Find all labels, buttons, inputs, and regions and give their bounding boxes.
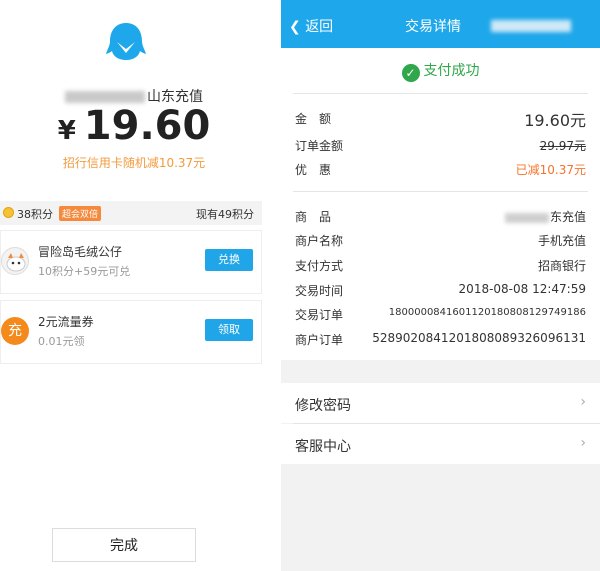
detail-card: ✓ 支付成功 金 额 19.60元 订单金额 29.97元 优 惠 已减10.37… xyxy=(281,48,600,360)
reward-name: 2元流量券 xyxy=(38,315,94,329)
earned-points: 38积分 xyxy=(17,208,53,221)
redeem-button[interactable]: 兑换 xyxy=(205,249,253,271)
payment-amount: ¥19.60 xyxy=(57,103,211,149)
qq-penguin-icon xyxy=(106,23,146,60)
change-password-item[interactable]: 修改密码 › xyxy=(281,383,600,423)
reward-name: 冒险岛毛绒公仔 xyxy=(38,245,123,259)
transaction-detail-panel: ❮ 返回 交易详情 ✓ 支付成功 金 额 19.60元 订单金额 29.97元 优… xyxy=(281,0,600,571)
back-button[interactable]: ❮ 返回 xyxy=(289,16,333,36)
divider xyxy=(293,191,588,192)
double-points-badge: 超会双倍 xyxy=(59,206,102,221)
customer-service-item[interactable]: 客服中心 › xyxy=(281,424,600,464)
discount-note: 招行信用卡随机减10.37元 xyxy=(62,156,206,170)
chevron-right-icon: › xyxy=(580,435,586,451)
payment-status: ✓ 支付成功 xyxy=(281,60,600,82)
coin-icon xyxy=(3,207,14,218)
redacted-phone xyxy=(65,91,145,103)
payment-result-panel: 山东充值 ¥19.60 招行信用卡随机减10.37元 38积分 超会双倍 现有4… xyxy=(0,0,268,571)
chevron-left-icon: ❮ xyxy=(289,19,301,35)
chevron-right-icon: › xyxy=(580,394,586,410)
plush-toy-icon xyxy=(1,247,29,275)
done-button[interactable]: 完成 xyxy=(52,528,196,562)
nav-bar: ❮ 返回 交易详情 xyxy=(281,0,600,48)
recharge-icon: 充 xyxy=(1,317,29,345)
reward-card-plush: 冒险岛毛绒公仔 10积分+59元可兑 兑换 xyxy=(0,230,262,294)
redacted-product xyxy=(504,212,549,223)
claim-button[interactable]: 领取 xyxy=(205,319,253,341)
reward-card-data-coupon: 充 2元流量券 0.01元领 领取 xyxy=(0,300,262,364)
page-title: 交易详情 xyxy=(405,19,461,35)
points-bar: 38积分 超会双倍 现有49积分 xyxy=(0,201,262,225)
check-circle-icon: ✓ xyxy=(401,64,420,82)
reward-price: 0.01元领 xyxy=(38,335,85,348)
current-points: 现有49积分 xyxy=(196,208,254,221)
redacted-watermark xyxy=(491,20,571,32)
reward-price: 10积分+59元可兑 xyxy=(38,265,131,278)
divider xyxy=(293,93,588,94)
